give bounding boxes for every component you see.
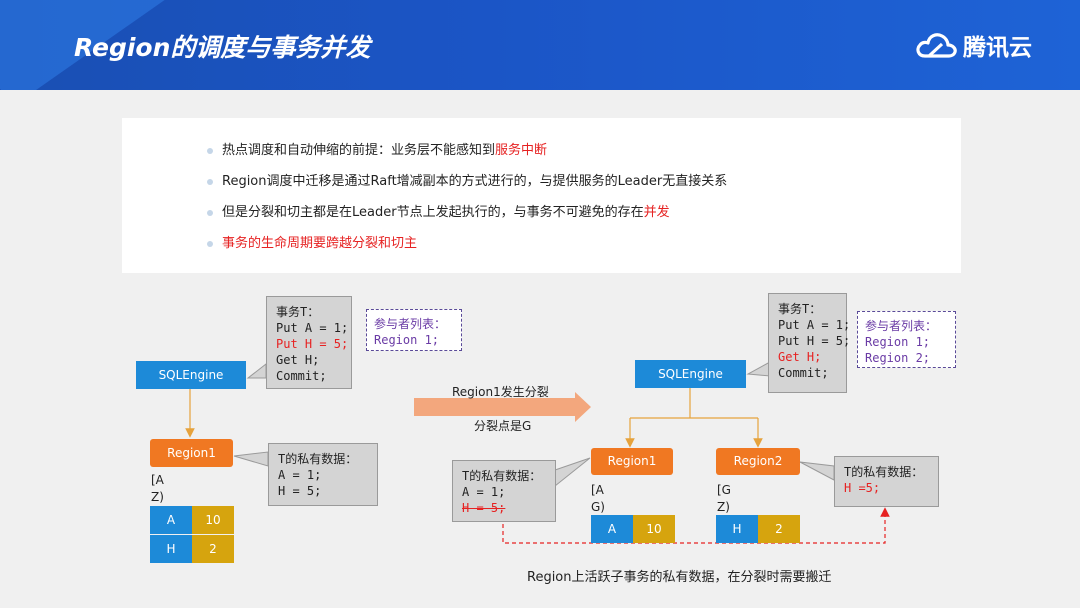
callout-pointer	[746, 361, 771, 377]
participant-item: Region 2;	[865, 351, 931, 365]
key-cell: H	[716, 515, 758, 543]
txn-line: Commit;	[778, 366, 829, 380]
private-title: T的私有数据：	[278, 452, 358, 466]
private-data-box: T的私有数据： A = 1; H = 5;	[452, 460, 556, 522]
txn-title: 事务T：	[276, 305, 320, 319]
callout-pointer	[246, 362, 267, 379]
region1-node: Region1	[150, 439, 233, 467]
participant-title: 参与者列表：	[865, 319, 938, 333]
split-label: Region1发生分裂	[452, 385, 549, 399]
region2-node: Region2	[716, 448, 800, 475]
key-cell: A	[150, 506, 192, 534]
private-title: T的私有数据：	[462, 469, 542, 483]
txn-line: Put A = 1;	[276, 321, 349, 335]
participant-item: Region 1;	[865, 335, 931, 349]
region1-node: Region1	[591, 448, 673, 475]
value-cell: 10	[192, 506, 234, 534]
key-cell: A	[591, 515, 633, 543]
transaction-box: 事务T： Put A = 1; Put H = 5; Get H; Commit;	[768, 293, 851, 393]
key-range: [G Z)	[717, 483, 731, 514]
key-cell: H	[150, 535, 192, 563]
sqlengine-node: SQLEngine	[136, 361, 246, 389]
private-title: T的私有数据：	[844, 465, 924, 479]
migration-path	[502, 507, 890, 544]
participant-list: 参与者列表： Region 1;	[366, 309, 462, 351]
callout-pointer	[799, 461, 835, 481]
txn-title: 事务T：	[778, 302, 822, 316]
callout-pointer	[554, 457, 591, 488]
private-data-box: T的私有数据： A = 1; H = 5;	[268, 443, 378, 506]
participant-list: 参与者列表： Region 1; Region 2;	[857, 311, 956, 368]
key-range: [A G)	[591, 483, 605, 514]
key-range: [A Z)	[151, 473, 164, 504]
private-data-box: T的私有数据： H =5;	[834, 456, 939, 507]
txn-line: Get H;	[276, 353, 320, 367]
txn-line: Get H;	[778, 350, 822, 364]
value-cell: 2	[758, 515, 800, 543]
txn-line: Put H = 5;	[778, 334, 851, 348]
private-line: H =5;	[844, 481, 881, 495]
participant-title: 参与者列表：	[374, 317, 447, 331]
private-line-struck: H = 5;	[462, 501, 506, 515]
private-line: A = 1;	[462, 485, 506, 499]
value-cell: 2	[192, 535, 234, 563]
private-line: A = 1;	[278, 468, 322, 482]
transaction-box: 事务T： Put A = 1; Put H = 5; Get H; Commit;	[266, 296, 352, 389]
participant-item: Region 1;	[374, 333, 440, 347]
sqlengine-node: SQLEngine	[635, 360, 746, 388]
txn-line: Put H = 5;	[276, 337, 349, 351]
callout-pointer	[233, 451, 269, 467]
split-point-label: 分裂点是G	[474, 419, 532, 433]
migration-note: Region上活跃子事务的私有数据，在分裂时需要搬迁	[527, 570, 832, 585]
txn-line: Put A = 1;	[778, 318, 851, 332]
txn-line: Commit;	[276, 369, 327, 383]
value-cell: 10	[633, 515, 675, 543]
private-line: H = 5;	[278, 484, 322, 498]
